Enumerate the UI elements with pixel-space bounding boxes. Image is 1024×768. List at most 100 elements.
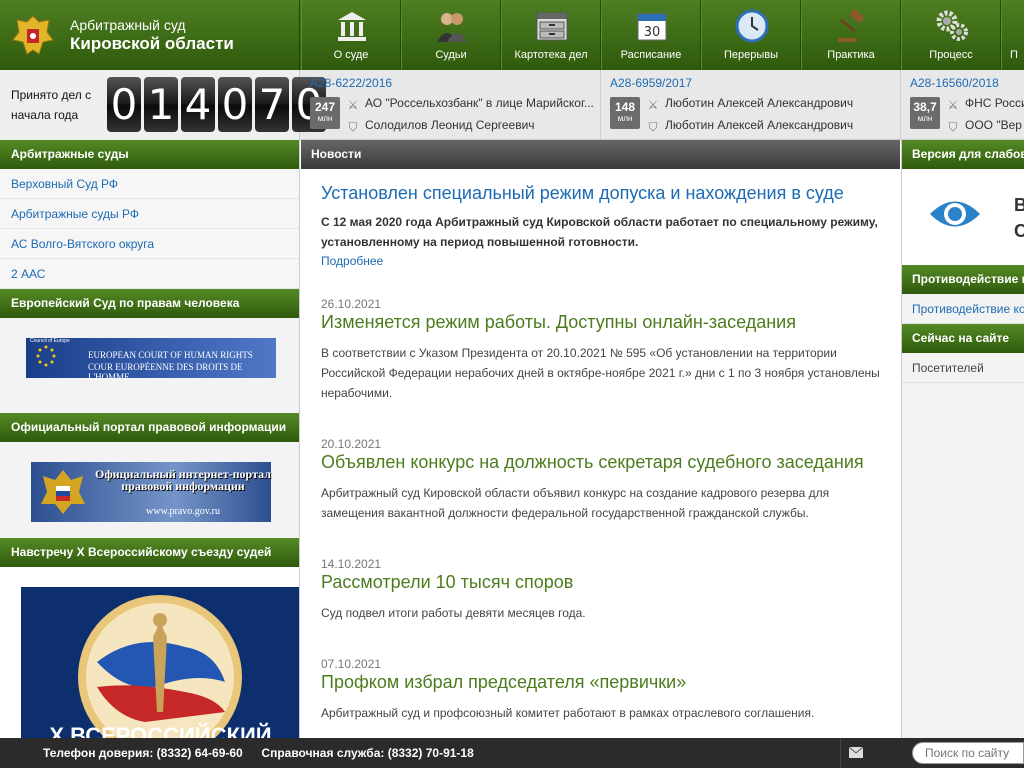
cases-strip: Принято дел с начала года 0 1 4 0 7 0 А2… [0, 70, 1024, 140]
right-sidebar: Версия для слабови В С Противодействие к… [901, 140, 1024, 740]
cases-counter: Принято дел с начала года 0 1 4 0 7 0 [0, 70, 326, 140]
courthouse-icon [338, 12, 366, 41]
hotline-text: Телефон доверия: (8332) 64-69-60 [43, 746, 243, 760]
more-link[interactable]: Подробнее [321, 254, 891, 268]
pravo-text: Официальный интернет-портал правовой инф… [95, 467, 271, 493]
nav-judges[interactable]: Судьи [401, 0, 501, 70]
nav-process[interactable]: Процесс [901, 0, 1001, 70]
echr-banner-box: Council of Europe EUROPEAN COURT OF HUMA… [0, 318, 299, 413]
news-body: Арбитражный суд и профсоюзный комитет ра… [321, 706, 815, 720]
case-party: ФНС Росси [965, 96, 1024, 110]
case-amount: 148 [614, 100, 636, 114]
featured-title[interactable]: Установлен специальный режим допуска и н… [321, 183, 891, 204]
featured-body: С 12 мая 2020 года Арбитражный суд Киров… [321, 215, 878, 249]
case-amount-badge: 38,7 млн [910, 97, 940, 129]
footer-contacts: Телефон доверия: (8332) 64-69-60 Справоч… [43, 746, 474, 760]
nav-breaks[interactable]: Перерывы [701, 0, 801, 70]
echr-banner[interactable]: Council of Europe EUROPEAN COURT OF HUMA… [26, 338, 276, 382]
news-body: В соответствии с Указом Президента от 20… [321, 346, 880, 400]
search-box[interactable] [912, 742, 1024, 764]
nav-label: Судьи [435, 49, 467, 61]
left-sidebar: Арбитражные суды Верховный Суд РФ Арбитр… [0, 140, 300, 763]
site-logo[interactable]: Арбитражный суд Кировской области [0, 0, 300, 70]
pravo-banner[interactable]: Официальный интернет-портал правовой инф… [31, 462, 271, 522]
vision-box[interactable]: В С [902, 169, 1024, 265]
swords-icon: ⚔ [347, 98, 359, 112]
file-cabinet-icon [536, 12, 568, 41]
gears-icon [936, 10, 968, 41]
calendar-day: 30 [644, 25, 661, 40]
judges-icon [437, 13, 467, 42]
eye-icon [930, 201, 980, 227]
case-number[interactable]: А28-6222/2016 [310, 76, 392, 90]
search-input[interactable] [925, 745, 1023, 761]
news-title[interactable]: Объявлен конкурс на должность секретаря … [321, 452, 891, 473]
clock-icon [735, 9, 769, 43]
counter-digit: 0 [107, 77, 141, 132]
shield-icon: ⛉ [648, 120, 658, 134]
news-title[interactable]: Рассмотрели 10 тысяч споров [321, 572, 891, 593]
news-title[interactable]: Профком избрал председателя «первички» [321, 672, 891, 693]
news-column: Новости Установлен специальный режим доп… [301, 140, 900, 740]
nav-cases[interactable]: Картотека дел [501, 0, 601, 70]
court-name: Кировской области [70, 34, 234, 53]
portal-banner-box: Официальный интернет-портал правовой инф… [0, 442, 299, 538]
echr-heading: Европейский Суд по правам человека [0, 289, 299, 318]
nav-more[interactable]: П [1001, 0, 1024, 70]
congress-banner[interactable]: X ВСЕРОССИЙСКИЙ [21, 587, 299, 763]
courts-heading: Арбитражные суды [0, 140, 299, 169]
swords-icon: ⚔ [947, 98, 959, 112]
nav-about[interactable]: О суде [301, 0, 401, 70]
case-judge-row: ⛉ Люботин Алексей Александрович [646, 118, 896, 134]
counter-label: Принято дел с начала года [11, 88, 92, 122]
case-party-row: ⚔ АО "Россельхозбанк" в лице Марийског... [346, 96, 596, 112]
link-volga-vyatka[interactable]: АС Волго-Вятского округа [0, 229, 299, 259]
case-card[interactable]: А28-16560/2018 38,7 млн ⚔ ФНС Росси ⛉ ООО "… [901, 70, 1024, 140]
news-date: 20.10.2021 [321, 437, 382, 451]
visitors-label: Посетителей [902, 353, 1024, 383]
nav-schedule[interactable]: 30 Расписание [601, 0, 701, 70]
court-subtitle: Арбитражный суд [70, 17, 186, 33]
case-amount: 38,7 [913, 100, 937, 114]
link-2aas[interactable]: 2 ААС [0, 259, 299, 289]
coat-of-arms-icon [12, 15, 54, 55]
counter-digit: 1 [144, 77, 178, 132]
pravo-url: www.pravo.gov.ru [146, 506, 220, 517]
vision-heading: Версия для слабови [902, 140, 1024, 169]
case-party-row: ⚔ ФНС Росси [946, 96, 1024, 112]
case-card[interactable]: А28-6222/2016 247 млн ⚔ АО "Россельхозбанк… [301, 70, 601, 140]
counter-digit: 7 [255, 77, 289, 132]
case-amount-unit: млн [617, 114, 633, 123]
news-title[interactable]: Изменяется режим работы. Доступны онлайн… [321, 312, 891, 333]
case-number[interactable]: А28-6959/2017 [610, 76, 692, 90]
echr-line2: COUR EUROPÉENNE DES DROITS DE L'HOMME [88, 362, 243, 382]
eu-stars-icon [36, 345, 56, 367]
nav-label: Перерывы [723, 49, 779, 61]
case-judge-row: ⛉ Солодилов Леонид Сергеевич [346, 118, 596, 134]
nav-label: Картотека дел [514, 49, 588, 61]
case-card[interactable]: А28-6959/2017 148 млн ⚔ Люботин Алексей Ал… [601, 70, 901, 140]
swords-icon: ⚔ [647, 98, 659, 112]
case-number[interactable]: А28-16560/2018 [910, 76, 999, 90]
main-nav: О суде Судьи Картотека дел 30 Расписание… [301, 0, 1024, 70]
nav-practice[interactable]: Практика [801, 0, 901, 70]
congress-heading: Навстречу X Всероссийскому съезду судей [0, 538, 299, 567]
link-arbitration-courts[interactable]: Арбитражные суды РФ [0, 199, 299, 229]
calendar-icon: 30 [637, 13, 667, 41]
link-supreme-court[interactable]: Верховный Суд РФ [0, 169, 299, 199]
news-heading: Новости [301, 140, 900, 169]
news-item: 26.10.2021 Изменяется режим работы. Дост… [321, 297, 891, 403]
anticorruption-heading: Противодействие к [902, 265, 1024, 294]
mail-button[interactable] [840, 738, 870, 768]
anticorruption-link[interactable]: Противодействие ко [902, 294, 1024, 324]
case-amount-unit: млн [917, 114, 933, 123]
news-item: 14.10.2021 Рассмотрели 10 тысяч споров С… [321, 557, 891, 623]
case-amount-badge: 247 млн [310, 97, 340, 129]
featured-news: Установлен специальный режим допуска и н… [321, 182, 891, 268]
nav-label: Процесс [929, 49, 973, 61]
counter-digits: 0 1 4 0 7 0 [107, 77, 326, 132]
case-amount-unit: млн [317, 114, 333, 123]
shield-icon: ⛉ [948, 120, 958, 134]
info-service-text: Справочная служба: (8332) 70-91-18 [261, 746, 474, 760]
envelope-icon [849, 747, 863, 758]
